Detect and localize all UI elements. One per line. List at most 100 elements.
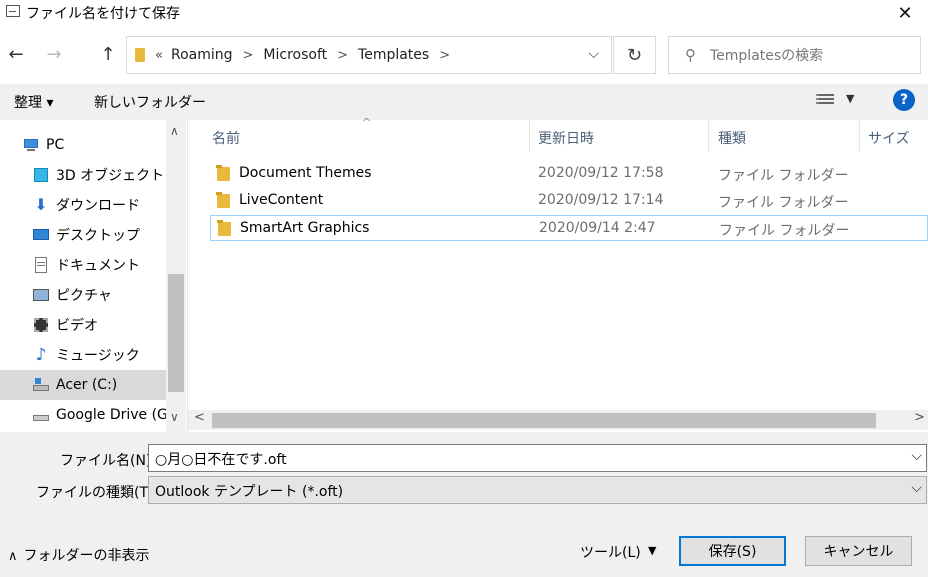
chevron-up-icon: ∧ (8, 549, 18, 564)
scrollbar-thumb[interactable] (212, 413, 876, 428)
title-bar: ファイル名を付けて保存 ✕ (0, 0, 928, 26)
sidebar-item-google-drive[interactable]: Google Drive (G: (0, 400, 166, 430)
file-name: Document Themes (239, 165, 372, 181)
search-input[interactable]: Templatesの検索 (710, 45, 823, 65)
table-row[interactable]: Document Themes 2020/09/12 17:58 ファイル フォ… (210, 161, 928, 187)
sidebar-item-label: ダウンロード (56, 198, 140, 214)
save-form: ファイル名(N): ○月○日不在です.oft ⌵ ファイルの種類(T): Out… (0, 432, 928, 577)
help-icon[interactable]: ? (893, 89, 915, 111)
sidebar-scrollbar[interactable]: ∧ ∨ (166, 120, 186, 432)
document-icon (32, 257, 50, 273)
video-icon (32, 317, 50, 333)
view-options-icon[interactable] (816, 94, 834, 108)
folder-icon (216, 165, 230, 181)
window-icon (6, 5, 20, 17)
drive-icon (32, 377, 50, 393)
chevron-down-icon[interactable]: ⌵ (911, 480, 922, 496)
column-header-type[interactable]: 種類 (718, 128, 746, 148)
sidebar-item-acer-c[interactable]: Acer (C:) (0, 370, 166, 400)
file-date: 2020/09/12 17:58 (538, 165, 664, 181)
file-date: 2020/09/12 17:14 (538, 192, 664, 208)
search-icon: ⚲ (685, 46, 696, 64)
file-type: ファイル フォルダー (719, 223, 850, 239)
hide-folders-label: フォルダーの非表示 (23, 548, 150, 564)
file-date: 2020/09/14 2:47 (539, 220, 656, 236)
sidebar-item-label: デスクトップ (56, 228, 140, 244)
file-type: ファイル フォルダー (718, 168, 849, 184)
new-folder-button[interactable]: 新しいフォルダー (94, 92, 206, 112)
overflow-chevron-icon[interactable]: « (155, 48, 163, 63)
filename-field[interactable]: ○月○日不在です.oft ⌵ (148, 444, 927, 472)
tools-button[interactable]: ツール(L) (580, 542, 641, 562)
back-button[interactable]: ← (4, 44, 28, 65)
picture-icon (32, 287, 50, 303)
filename-label: ファイル名(N): (60, 453, 157, 469)
sidebar-item-label: ドキュメント (56, 258, 140, 274)
view-dropdown-icon[interactable]: ▼ (846, 92, 854, 105)
chevron-down-icon[interactable]: ⌵ (911, 448, 922, 464)
close-button[interactable]: ✕ (882, 0, 928, 26)
breadcrumb-roaming[interactable]: Roaming (171, 47, 233, 63)
save-button[interactable]: 保存(S) (679, 536, 786, 566)
sidebar-item-label: ミュージック (56, 348, 140, 364)
filetype-value: Outlook テンプレート (*.oft) (155, 484, 344, 500)
chevron-right-icon[interactable]: > (243, 48, 254, 63)
scroll-left-icon[interactable]: < (194, 410, 205, 425)
navigation-bar: ← → ↑ « Roaming > Microsoft > Templates … (0, 26, 928, 84)
table-row[interactable]: LiveContent 2020/09/12 17:14 ファイル フォルダー (210, 188, 928, 214)
scroll-up-icon[interactable]: ∧ (170, 124, 179, 138)
sidebar-item-downloads[interactable]: ⬇ ダウンロード (0, 190, 166, 220)
sidebar-item-documents[interactable]: ドキュメント (0, 250, 166, 280)
sidebar-item-3d-objects[interactable]: 3D オブジェクト (0, 160, 166, 190)
sidebar-item-label: ビデオ (56, 318, 98, 334)
scroll-down-icon[interactable]: ∨ (170, 410, 179, 424)
sidebar-item-label: Google Drive (G: (56, 407, 166, 423)
filetype-select[interactable]: Outlook テンプレート (*.oft) ⌵ (148, 476, 927, 504)
window-title: ファイル名を付けて保存 (26, 6, 180, 22)
download-icon: ⬇ (34, 195, 48, 214)
sidebar-item-videos[interactable]: ビデオ (0, 310, 166, 340)
up-button[interactable]: ↑ (96, 44, 120, 65)
command-bar: 整理 ▾ 新しいフォルダー ▼ (0, 84, 928, 120)
scroll-right-icon[interactable]: > (914, 410, 925, 425)
address-dropdown-icon[interactable]: ⌵ (588, 46, 599, 62)
sidebar-item-music[interactable]: ♪ ミュージック (0, 340, 166, 370)
organize-button[interactable]: 整理 ▾ (14, 92, 53, 112)
refresh-button[interactable]: ↻ (613, 36, 656, 74)
folder-icon (216, 192, 230, 208)
cancel-button[interactable]: キャンセル (805, 536, 912, 566)
pc-icon (22, 137, 40, 153)
column-header-size[interactable]: サイズ (868, 128, 910, 148)
column-header-date[interactable]: 更新日時 (538, 128, 594, 148)
column-divider[interactable] (529, 120, 530, 152)
file-name: LiveContent (239, 192, 324, 208)
search-box[interactable]: ⚲ Templatesの検索 (668, 36, 921, 74)
column-divider[interactable] (708, 120, 709, 152)
sort-arrow-icon: ^ (362, 116, 372, 129)
column-header-name[interactable]: 名前 (212, 128, 240, 148)
forward-button[interactable]: → (42, 44, 66, 65)
music-icon: ♪ (35, 345, 47, 365)
filename-value: ○月○日不在です.oft (155, 452, 287, 468)
address-bar[interactable]: « Roaming > Microsoft > Templates > ⌵ (126, 36, 612, 74)
folder-icon (217, 220, 231, 236)
cube-icon (32, 167, 50, 183)
scrollbar-thumb[interactable] (168, 274, 184, 392)
chevron-right-icon[interactable]: > (439, 48, 450, 63)
tools-dropdown-icon[interactable]: ▼ (648, 544, 656, 557)
hide-folders-button[interactable]: ∧ フォルダーの非表示 (8, 545, 150, 565)
sidebar-item-pictures[interactable]: ピクチャ (0, 280, 166, 310)
desktop-icon (32, 227, 50, 243)
sidebar-item-desktop[interactable]: デスクトップ (0, 220, 166, 250)
breadcrumb-microsoft[interactable]: Microsoft (263, 47, 327, 63)
sidebar-item-pc[interactable]: PC (0, 130, 166, 160)
horizontal-scrollbar[interactable]: < > (188, 410, 928, 430)
folder-icon (135, 48, 145, 62)
column-divider[interactable] (859, 120, 860, 152)
file-name: SmartArt Graphics (240, 220, 370, 236)
table-row[interactable]: SmartArt Graphics 2020/09/14 2:47 ファイル フ… (210, 215, 928, 241)
breadcrumb-templates[interactable]: Templates (358, 47, 429, 63)
chevron-right-icon[interactable]: > (337, 48, 348, 63)
drive-icon (32, 407, 50, 423)
sidebar-item-label: Acer (C:) (56, 377, 118, 393)
